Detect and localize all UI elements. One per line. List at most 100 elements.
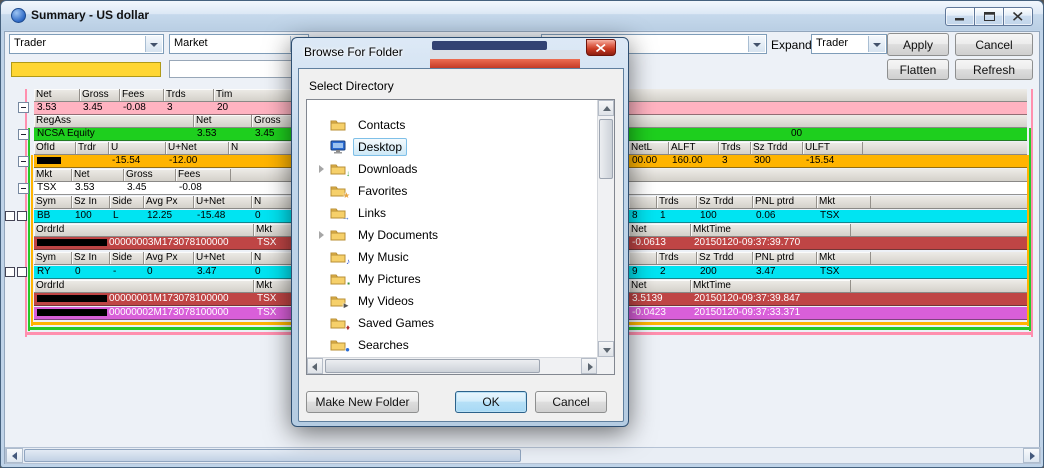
grid-cell[interactable]: 300 [751,155,803,167]
grid-header-cell[interactable]: Trds [719,142,751,154]
grid-header-cell[interactable]: OfId [34,142,76,154]
tree-item-my-music[interactable]: ♪My Music [308,246,597,268]
grid-header-cell[interactable]: Fees [120,89,164,101]
grid-header-cell[interactable]: Sym [34,252,72,264]
grid-header-cell[interactable]: Net [629,224,691,236]
grid-header-cell[interactable]: Net [72,169,124,181]
grid-header-cell[interactable]: Mkt [34,169,72,181]
ok-button[interactable]: OK [455,391,527,413]
grid-cell[interactable]: 00.00 [629,155,669,167]
grid-header-cell[interactable]: Gross [124,169,176,181]
grid-cell[interactable]: -15.48 [194,210,252,222]
tree-item-my-pictures[interactable]: ▪My Pictures [308,268,597,290]
grid-header-cell[interactable]: Mkt [254,280,296,292]
grid-header-cell[interactable]: Sz Trdd [697,196,753,208]
grid-cell[interactable]: 20150120-09:37:39.770 [691,237,851,249]
grid-header-cell[interactable]: Trdr [76,142,109,154]
scroll-right-arrow[interactable] [1023,448,1040,463]
grid-cell[interactable]: TSX [254,307,296,319]
grid-header-cell[interactable]: Mkt [817,252,871,264]
grid-cell[interactable]: -0.0613 [629,237,691,249]
grid-cell[interactable]: 20150120-09:37:39.847 [691,293,851,305]
grid-cell[interactable]: 00000001M173078100000 [34,293,254,305]
grid-header-cell[interactable]: Sz Trdd [751,142,803,154]
grid-header-cell[interactable]: Trds [657,196,697,208]
grid-cell[interactable]: 3.45 [80,102,120,114]
grid-cell[interactable]: 100 [697,210,753,222]
grid-cell[interactable]: 9 [629,266,657,278]
grid-header-cell[interactable]: Avg Px [144,252,194,264]
grid-cell[interactable]: 3.53 [194,128,252,140]
grid-header-cell[interactable]: U+Net [194,196,252,208]
grid-header-cell[interactable]: Sz Trdd [697,252,753,264]
grid-header-cell[interactable] [629,252,657,264]
grid-header-cell[interactable]: Net [629,280,691,292]
scroll-down-arrow[interactable] [598,341,614,357]
grid-cell[interactable]: 100 [72,210,110,222]
grid-cell[interactable]: TSX [817,210,871,222]
grid-cell[interactable]: TSX [254,237,296,249]
grid-cell[interactable]: -0.08 [120,102,164,114]
grid-cell[interactable]: 8 [629,210,657,222]
grid-header-cell[interactable]: Sym [34,196,72,208]
grid-header-cell[interactable]: Sz In [72,252,110,264]
grid-cell[interactable]: 3 [719,155,751,167]
grid-header-cell[interactable]: N [252,196,296,208]
grid-cell[interactable]: -15.54 [109,155,166,167]
tree-item-links[interactable]: →Links [308,202,597,224]
tree-horizontal-scrollbar[interactable] [307,357,597,374]
grid-header-cell[interactable]: Mkt [817,196,871,208]
grid-cell[interactable]: TSX [254,293,296,305]
grid-cell[interactable]: 3 [164,102,214,114]
grid-header-cell[interactable]: PNL ptrd [753,196,817,208]
grid-header-cell[interactable]: N [252,252,296,264]
grid-header-cell[interactable]: OrdrId [34,280,254,292]
grid-header-cell[interactable]: Tim [214,89,292,101]
scroll-thumb[interactable] [325,359,540,373]
dialog-close-button[interactable] [586,39,616,56]
tree-vertical-scrollbar[interactable] [597,100,614,357]
dialog-cancel-button[interactable]: Cancel [535,391,607,413]
scroll-right-arrow[interactable] [581,358,597,374]
grid-cell[interactable]: -0.0423 [629,307,691,319]
tree-item-my-documents[interactable]: My Documents [308,224,597,246]
grid-cell[interactable]: -0.08 [176,182,231,194]
grid-header-cell[interactable]: Avg Px [144,196,194,208]
horizontal-scrollbar[interactable] [5,447,1041,464]
grid-header-cell[interactable]: N [229,142,294,154]
grid-cell[interactable]: 3.5139 [629,293,691,305]
grid-header-cell[interactable]: U [109,142,166,154]
grid-cell[interactable]: 200 [697,266,753,278]
grid-header-cell[interactable]: U+Net [194,252,252,264]
tree-item-contacts[interactable]: Contacts [308,114,597,136]
tree-item-favorites[interactable]: ★Favorites [308,180,597,202]
tree-item-my-videos[interactable]: ►My Videos [308,290,597,312]
grid-cell[interactable] [76,155,109,167]
grid-cell[interactable]: 3.53 [72,182,124,194]
grid-cell[interactable]: TSX [34,182,72,194]
grid-cell[interactable]: 3.45 [124,182,176,194]
grid-cell[interactable]: 20150120-09:37:33.371 [691,307,851,319]
grid-cell[interactable]: 00 [788,128,810,140]
grid-cell[interactable]: 0 [144,266,194,278]
grid-header-cell[interactable]: NetL [629,142,669,154]
grid-cell[interactable]: 3.47 [194,266,252,278]
grid-header-cell[interactable]: Trds [164,89,214,101]
grid-cell[interactable]: -12.00 [166,155,229,167]
grid-header-cell[interactable]: Side [110,196,144,208]
tree-item-desktop[interactable]: Desktop [308,136,597,158]
grid-cell[interactable]: 00000002M173078100000 [34,307,254,319]
grid-cell[interactable]: 160.00 [669,155,719,167]
expander-icon[interactable] [316,230,330,240]
grid-cell[interactable]: 0 [252,210,296,222]
grid-header-cell[interactable]: Net [34,89,80,101]
grid-header-cell[interactable]: RegAss [34,115,194,127]
scroll-left-arrow[interactable] [6,448,23,463]
expander-icon[interactable] [316,164,330,174]
grid-cell[interactable]: 0 [72,266,110,278]
grid-header-cell[interactable]: ALFT [669,142,719,154]
grid-cell[interactable]: 20 [214,102,292,114]
grid-cell[interactable]: 2 [657,266,697,278]
grid-header-cell[interactable]: Net [194,115,252,127]
grid-cell[interactable]: 0.06 [753,210,817,222]
